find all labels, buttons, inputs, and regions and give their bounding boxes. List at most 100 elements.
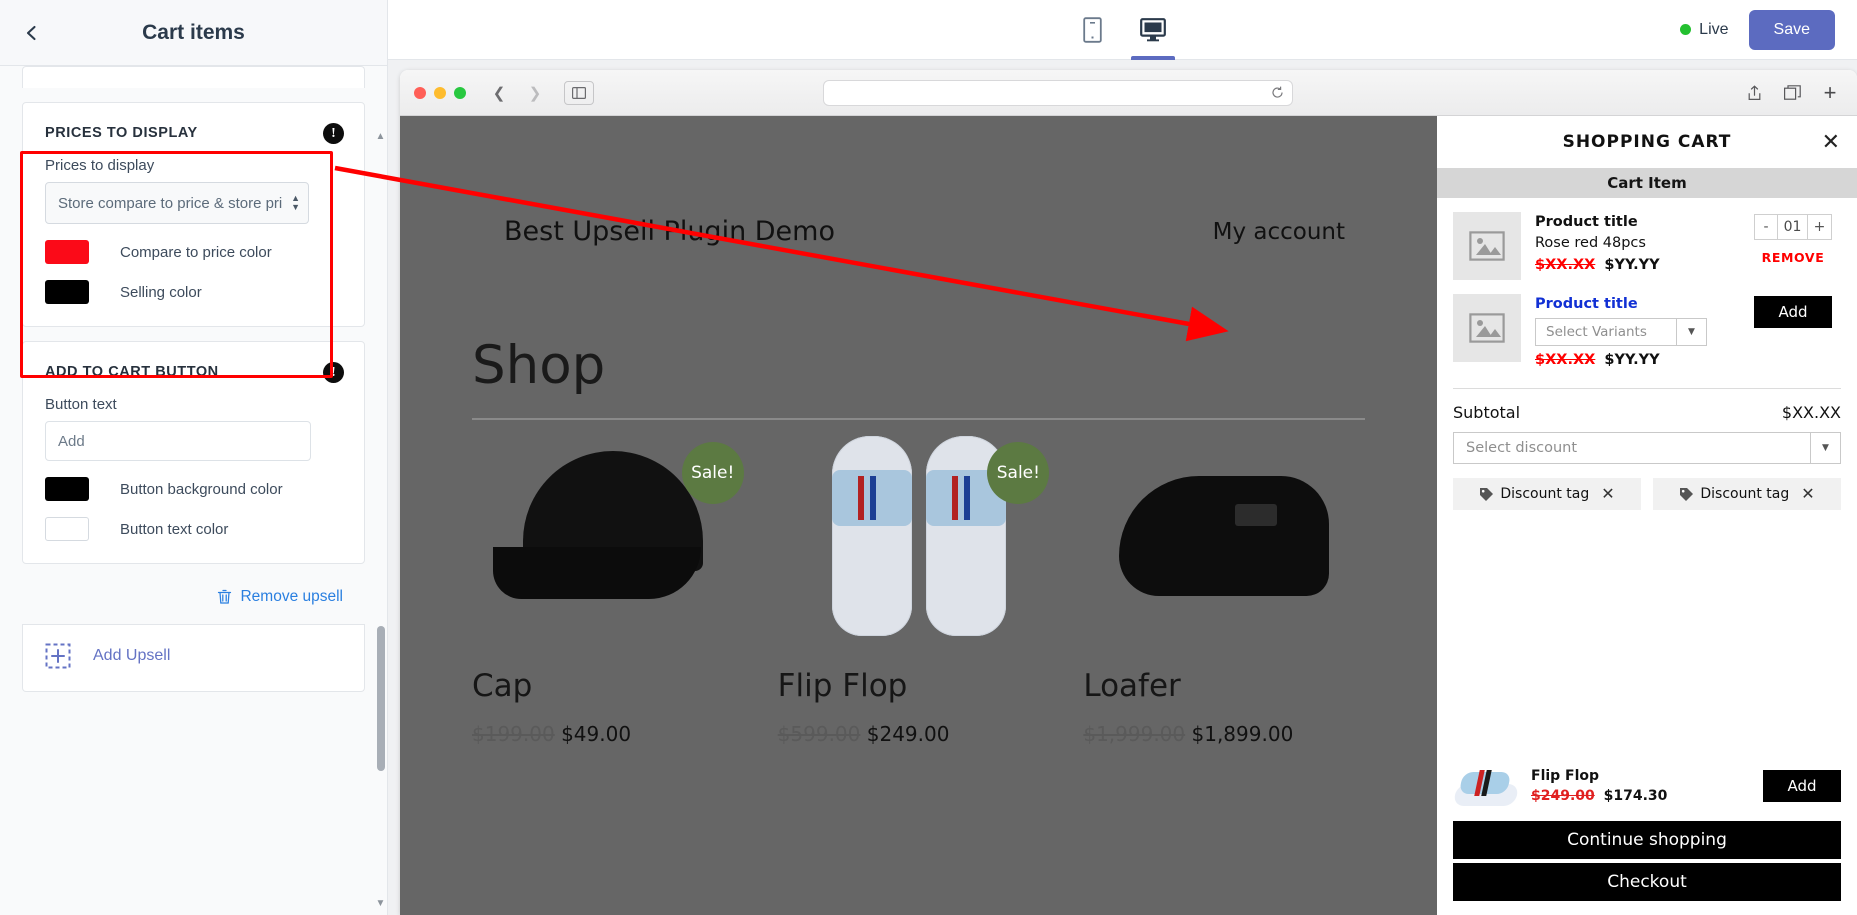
cart-item-thumbnail	[1453, 294, 1521, 362]
chevron-left-icon	[23, 24, 41, 42]
close-window-icon[interactable]	[414, 87, 426, 99]
reload-icon[interactable]	[1271, 86, 1284, 99]
close-icon[interactable]: ✕	[1601, 484, 1614, 504]
selling-color-row[interactable]: Selling color	[45, 280, 342, 304]
browser-forward-button[interactable]: ❯	[522, 81, 548, 105]
discount-tag[interactable]: Discount tag ✕	[1653, 478, 1841, 510]
cart-subheading: Cart Item	[1437, 168, 1857, 198]
live-status-dot-icon	[1680, 24, 1691, 35]
product-card[interactable]: Loafer $1,999.00 $1,899.00	[1071, 430, 1377, 746]
cart-title: SHOPPING CART	[1563, 132, 1732, 152]
prices-select-value: Store compare to price & store pri	[58, 195, 282, 212]
add-to-cart-button[interactable]: Add	[1754, 296, 1832, 328]
cart-item-actions: - 01 + REMOVE	[1745, 212, 1841, 265]
continue-shopping-button[interactable]: Continue shopping	[1453, 821, 1841, 859]
share-button[interactable]	[1741, 81, 1767, 105]
prices-to-display-card: PRICES TO DISPLAY ! Prices to display St…	[22, 102, 365, 327]
cart-item-selling-price: $YY.YY	[1604, 352, 1659, 368]
quantity-increase-button[interactable]: +	[1808, 214, 1832, 240]
product-price: $599.00 $249.00	[778, 722, 1060, 746]
browser-sidebar-toggle[interactable]	[564, 81, 594, 105]
button-info-icon[interactable]: !	[323, 362, 344, 383]
cart-item-price: $XX.XX $YY.YY	[1535, 257, 1745, 273]
previous-section-stub	[22, 66, 365, 88]
cart-header: SHOPPING CART ✕	[1437, 116, 1857, 168]
product-card[interactable]: Sale! Flip Flop $599.00	[766, 430, 1072, 746]
add-to-cart-button-card: ADD TO CART BUTTON ! Button text Button …	[22, 341, 365, 564]
cart-item-info: Product title Select Variants ▼ $XX.XX $…	[1521, 294, 1745, 368]
live-status-badge: Live	[1680, 21, 1728, 39]
app-root: Cart items PRICES TO DISPLAY ! Prices to…	[0, 0, 1857, 915]
my-account-link[interactable]: My account	[1213, 219, 1345, 245]
sale-badge: Sale!	[987, 442, 1049, 504]
live-status-label: Live	[1699, 21, 1728, 39]
discount-tag-label: Discount tag	[1500, 486, 1589, 502]
back-button[interactable]	[10, 11, 54, 55]
store-page: Best Upsell Plugin Demo My account Shop …	[400, 116, 1437, 915]
new-tab-button[interactable]: +	[1817, 81, 1843, 105]
sidebar-scrollbar-track[interactable]	[377, 128, 385, 893]
cart-item-variant: Rose red 48pcs	[1535, 235, 1745, 251]
browser-url-bar[interactable]	[823, 80, 1293, 106]
product-image	[1083, 430, 1365, 642]
quantity-value: 01	[1778, 214, 1808, 240]
tab-desktop-view[interactable]	[1127, 1, 1179, 60]
product-old-price: $599.00	[778, 722, 861, 746]
minimize-window-icon[interactable]	[434, 87, 446, 99]
preview-region: Live Save ❮ ❯	[388, 0, 1857, 915]
maximize-window-icon[interactable]	[454, 87, 466, 99]
tabs-overview-button[interactable]	[1779, 81, 1805, 105]
close-icon[interactable]: ✕	[1801, 484, 1814, 504]
close-icon[interactable]: ✕	[1822, 131, 1841, 153]
browser-preview-area: ❮ ❯	[388, 60, 1857, 915]
button-text-input[interactable]	[45, 421, 311, 461]
prices-info-icon[interactable]: !	[323, 123, 344, 144]
compare-price-color-swatch[interactable]	[45, 240, 89, 264]
shop-divider	[472, 418, 1365, 420]
discount-tag[interactable]: Discount tag ✕	[1453, 478, 1641, 510]
image-placeholder-icon	[1469, 231, 1505, 261]
cart-item-title: Product title	[1535, 214, 1745, 230]
add-box-icon	[45, 643, 71, 669]
compare-price-color-row[interactable]: Compare to price color	[45, 240, 342, 264]
add-upsell-button[interactable]: Add Upsell	[22, 625, 365, 692]
cart-item-thumbnail	[1453, 212, 1521, 280]
button-bg-color-row[interactable]: Button background color	[45, 477, 342, 501]
save-button[interactable]: Save	[1749, 10, 1835, 50]
sidebar-scroll-area: PRICES TO DISPLAY ! Prices to display St…	[0, 66, 387, 915]
cart-item-remove-button[interactable]: REMOVE	[1762, 250, 1825, 265]
prices-section-heading: PRICES TO DISPLAY	[45, 125, 342, 141]
product-card[interactable]: Sale! Cap $199.00 $49.00	[460, 430, 766, 746]
prices-to-display-select[interactable]: Store compare to price & store pri ▲▼	[45, 182, 309, 224]
remove-upsell-button[interactable]: Remove upsell	[14, 578, 373, 624]
button-text-color-row[interactable]: Button text color	[45, 517, 342, 541]
browser-chrome: ❮ ❯	[400, 70, 1857, 116]
product-new-price: $249.00	[867, 722, 950, 746]
button-section-heading: ADD TO CART BUTTON	[45, 364, 342, 380]
scroll-down-arrow-icon[interactable]: ▼	[375, 898, 386, 909]
flipflop-graphic	[832, 436, 1006, 636]
upsell-price: $249.00 $174.30	[1531, 788, 1751, 804]
browser-frame: ❮ ❯	[400, 70, 1857, 915]
cart-item-title-link[interactable]: Product title	[1535, 296, 1745, 312]
window-controls	[414, 87, 466, 99]
tabs-icon	[1784, 85, 1801, 100]
browser-back-button[interactable]: ❮	[486, 81, 512, 105]
upsell-thumbnail	[1453, 763, 1519, 809]
upsell-add-button[interactable]: Add	[1763, 770, 1841, 802]
quantity-stepper[interactable]: - 01 +	[1754, 214, 1832, 240]
quantity-decrease-button[interactable]: -	[1754, 214, 1778, 240]
tab-mobile-view[interactable]	[1067, 1, 1119, 60]
button-bg-color-swatch[interactable]	[45, 477, 89, 501]
variant-select[interactable]: Select Variants ▼	[1535, 318, 1707, 346]
selling-color-swatch[interactable]	[45, 280, 89, 304]
cart-spacer	[1437, 510, 1857, 763]
trash-icon	[217, 589, 232, 605]
checkout-button[interactable]: Checkout	[1453, 863, 1841, 901]
discount-select[interactable]: Select discount ▼	[1453, 432, 1841, 464]
loafer-graphic	[1119, 476, 1329, 596]
button-text-color-label: Button text color	[120, 521, 228, 538]
sidebar-scrollbar-thumb[interactable]	[377, 626, 385, 771]
button-text-color-swatch[interactable]	[45, 517, 89, 541]
top-toolbar-right: Live Save	[1680, 10, 1857, 50]
